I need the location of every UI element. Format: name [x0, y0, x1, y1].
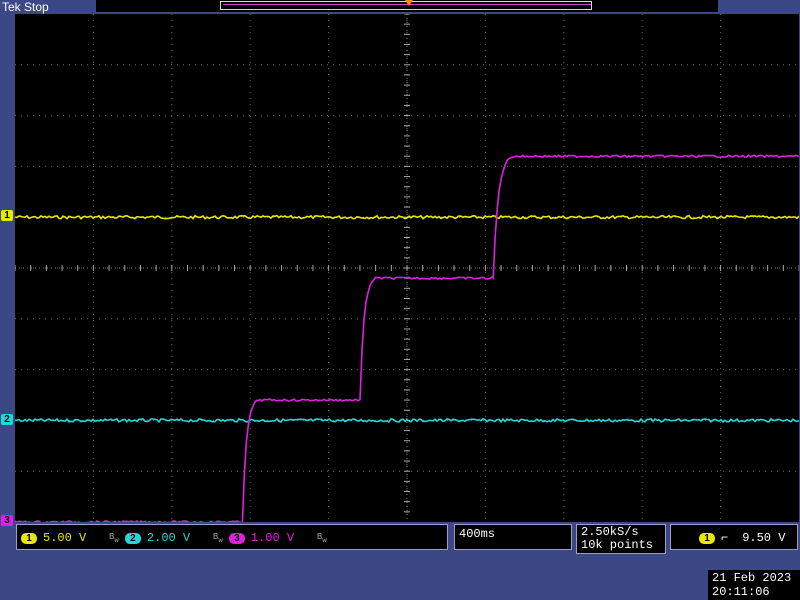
channel-1-marker-icon[interactable]: 1 — [1, 210, 13, 221]
acquisition-state: Stop — [24, 0, 49, 14]
brand-label: Tek — [2, 0, 21, 14]
timebase-box[interactable]: 400ms — [454, 524, 572, 550]
time-label: 20:11:06 — [712, 585, 770, 599]
trigger-slope-icon: ⌐ — [721, 531, 729, 545]
window-title: Tek Stop — [0, 0, 49, 14]
trigger-source-badge: 1 — [699, 532, 715, 544]
channel-3-scale: 1.00 V — [250, 531, 295, 545]
channel-1-scale: 5.00 V — [43, 531, 87, 545]
record-length: 10k points — [581, 538, 654, 552]
date-label: 21 Feb 2023 — [712, 571, 792, 585]
bandwidth-limit-icon: Bw — [109, 531, 119, 545]
waveform-display[interactable] — [15, 14, 799, 522]
record-overview-bar — [96, 0, 718, 12]
channel-readout-box[interactable]: 1 5.00 V Bw 2 2.00 V Bw 3 1.00 V Bw — [16, 524, 448, 550]
graticule-grid — [15, 14, 799, 522]
channel-2-badge-icon: 2 — [124, 532, 141, 544]
bandwidth-limit-icon: Bw — [212, 531, 223, 545]
trigger-box[interactable]: 1 ⌐ 9.50 V — [670, 524, 798, 550]
acquisition-box[interactable]: 2.50kS/s 10k points — [576, 524, 666, 554]
date-time-display: 21 Feb 2023 20:11:06 — [708, 570, 800, 600]
channel-2-trace — [15, 417, 799, 424]
channel-3-badge-icon: 3 — [228, 532, 245, 544]
trigger-level: 9.50 V — [742, 531, 786, 545]
channel-1-badge-icon: 1 — [21, 532, 37, 544]
channel-2-scale: 2.00 V — [146, 531, 191, 545]
bandwidth-limit-icon: Bw — [316, 531, 327, 545]
timebase-scale: 400ms — [459, 527, 496, 541]
channel-1-trace — [15, 214, 799, 220]
channel-2-marker-icon[interactable]: 2 — [1, 414, 13, 425]
trigger-position-icon[interactable] — [405, 0, 413, 6]
status-bar: 1 5.00 V Bw 2 2.00 V Bw 3 1.00 V Bw 400m… — [0, 522, 800, 600]
